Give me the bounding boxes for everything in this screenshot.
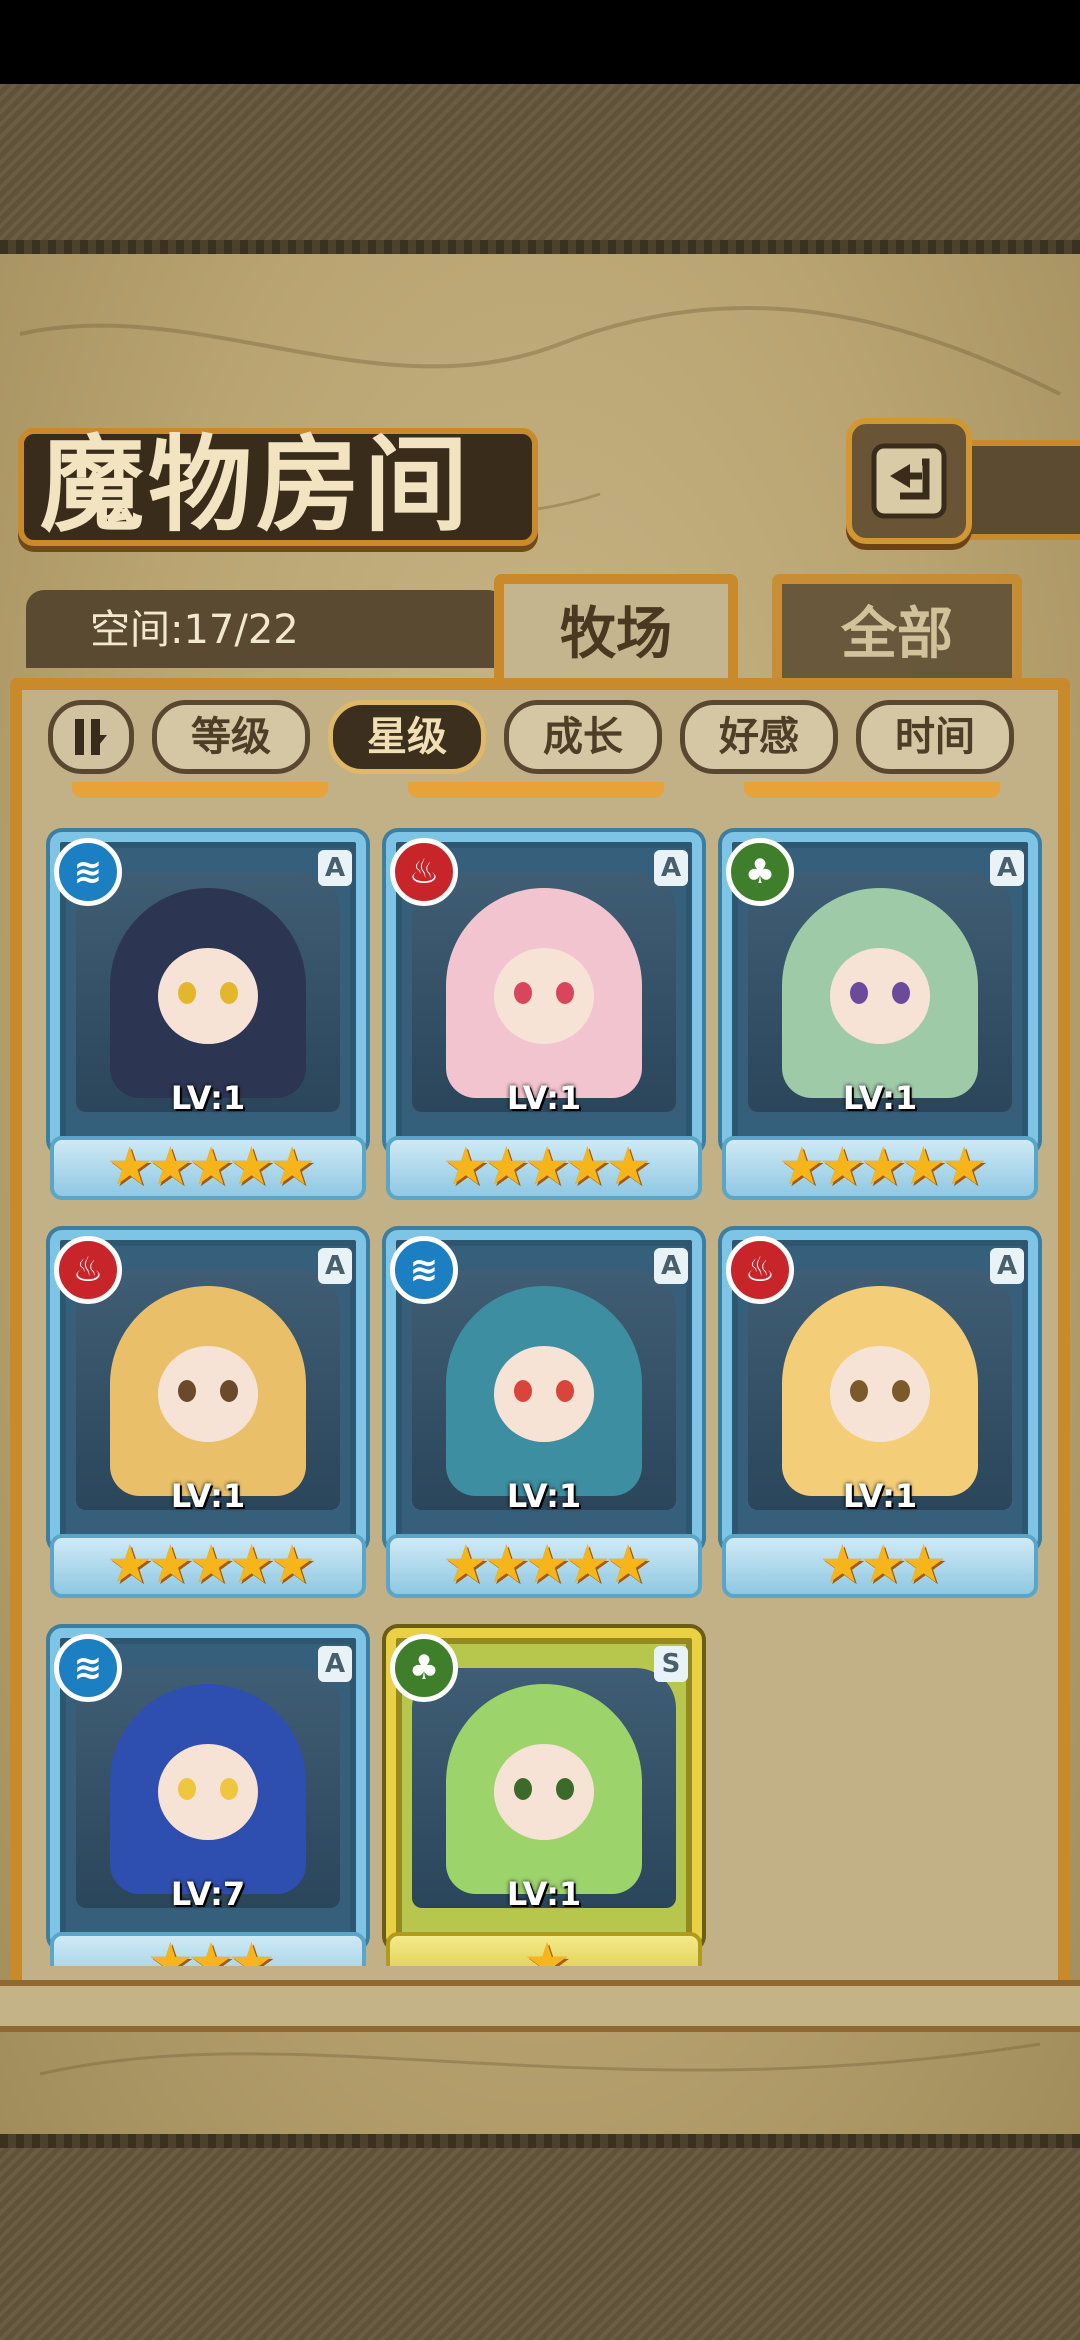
monster-eye xyxy=(850,1380,868,1402)
background-top xyxy=(0,84,1080,254)
monster-face xyxy=(494,1744,594,1840)
level-label: LV:1 xyxy=(170,1079,246,1117)
rank-badge: S xyxy=(654,1646,688,1682)
monster-eye xyxy=(178,1778,196,1800)
monster-eye xyxy=(178,1380,196,1402)
sort-growth-button[interactable]: 成长 xyxy=(504,700,662,774)
sort-level-button[interactable]: 等级 xyxy=(152,700,310,774)
water-element-icon: ≋ xyxy=(390,1236,458,1304)
monster-face xyxy=(830,1346,930,1442)
background-bottom xyxy=(0,2134,1080,2340)
fire-element-icon: ♨ xyxy=(54,1236,122,1304)
rank-badge: A xyxy=(990,1248,1024,1284)
star-rating: ★★★★★ xyxy=(386,1136,702,1200)
sort-time-button[interactable]: 时间 xyxy=(856,700,1014,774)
monster-eye xyxy=(892,1380,910,1402)
level-label: LV:7 xyxy=(170,1875,246,1913)
page-title: 魔物房间 xyxy=(40,423,473,546)
list-frame-bottom xyxy=(0,1980,1080,2032)
monster-face xyxy=(494,948,594,1044)
previous-row-peek xyxy=(22,782,1058,798)
monster-face xyxy=(158,948,258,1044)
monster-card[interactable]: ♣ S LV:1 ★ xyxy=(386,1628,702,1966)
monster-grid[interactable]: ≋ A LV:1 ★★★★★ ♨ A LV:1 ★★★★★ ♣ A LV:1 ★★★★★ ♨ A LV:1 ★… xyxy=(22,782,1058,1966)
monster-eye xyxy=(556,982,574,1004)
wood-element-icon: ♣ xyxy=(726,838,794,906)
monster-eye xyxy=(220,1778,238,1800)
rank-badge: A xyxy=(318,1248,352,1284)
monster-face xyxy=(494,1346,594,1442)
monster-eye xyxy=(892,982,910,1004)
star-rating: ★★★★★ xyxy=(722,1136,1038,1200)
monster-card[interactable]: ♣ A LV:1 ★★★★★ xyxy=(722,832,1038,1204)
star-rating: ★★★★★ xyxy=(50,1136,366,1200)
monster-eye xyxy=(220,1380,238,1402)
monster-eye xyxy=(514,1380,532,1402)
space-counter: 空间:17/22 xyxy=(90,607,299,653)
monster-eye xyxy=(514,982,532,1004)
monster-eye xyxy=(556,1380,574,1402)
water-element-icon: ≋ xyxy=(54,838,122,906)
star-rating: ★★★★★ xyxy=(50,1534,366,1598)
rank-badge: A xyxy=(654,1248,688,1284)
fire-element-icon: ♨ xyxy=(390,838,458,906)
monster-card[interactable]: ♨ A LV:1 ★★★★★ xyxy=(50,1230,366,1602)
star-rating: ★★★★★ xyxy=(386,1534,702,1598)
star-rating: ★ xyxy=(386,1932,702,1966)
rank-badge: A xyxy=(654,850,688,886)
monster-card[interactable]: ≋ A LV:1 ★★★★★ xyxy=(386,1230,702,1602)
monster-card[interactable]: ≋ A LV:1 ★★★★★ xyxy=(50,832,366,1204)
monster-face xyxy=(830,948,930,1044)
return-arrow-icon xyxy=(871,443,947,519)
monster-eye xyxy=(556,1778,574,1800)
sort-star-button[interactable]: 星级 xyxy=(328,700,486,774)
sort-order-icon xyxy=(75,719,107,755)
filter-toggle-button[interactable] xyxy=(48,700,134,774)
star-rating: ★★★ xyxy=(50,1932,366,1966)
level-label: LV:1 xyxy=(842,1477,918,1515)
back-bar xyxy=(960,440,1080,540)
tab-all[interactable]: 全部 xyxy=(772,574,1022,678)
status-bar xyxy=(0,0,1080,84)
tab-ranch[interactable]: 牧场 xyxy=(494,574,738,678)
water-element-icon: ≋ xyxy=(54,1634,122,1702)
monster-eye xyxy=(514,1778,532,1800)
level-label: LV:1 xyxy=(506,1079,582,1117)
monster-card[interactable]: ≋ A LV:7 ★★★ xyxy=(50,1628,366,1966)
rank-badge: A xyxy=(990,850,1024,886)
monster-face xyxy=(158,1744,258,1840)
monster-card[interactable]: ♨ A LV:1 ★★★ xyxy=(722,1230,1038,1602)
monster-face xyxy=(158,1346,258,1442)
back-button[interactable] xyxy=(846,418,972,544)
level-label: LV:1 xyxy=(506,1477,582,1515)
monster-eye xyxy=(178,982,196,1004)
star-rating: ★★★ xyxy=(722,1534,1038,1598)
wood-element-icon: ♣ xyxy=(390,1634,458,1702)
rank-badge: A xyxy=(318,850,352,886)
monster-eye xyxy=(850,982,868,1004)
level-label: LV:1 xyxy=(842,1079,918,1117)
level-label: LV:1 xyxy=(170,1477,246,1515)
monster-card[interactable]: ♨ A LV:1 ★★★★★ xyxy=(386,832,702,1204)
sort-affection-button[interactable]: 好感 xyxy=(680,700,838,774)
rank-badge: A xyxy=(318,1646,352,1682)
fire-element-icon: ♨ xyxy=(726,1236,794,1304)
monster-eye xyxy=(220,982,238,1004)
level-label: LV:1 xyxy=(506,1875,582,1913)
